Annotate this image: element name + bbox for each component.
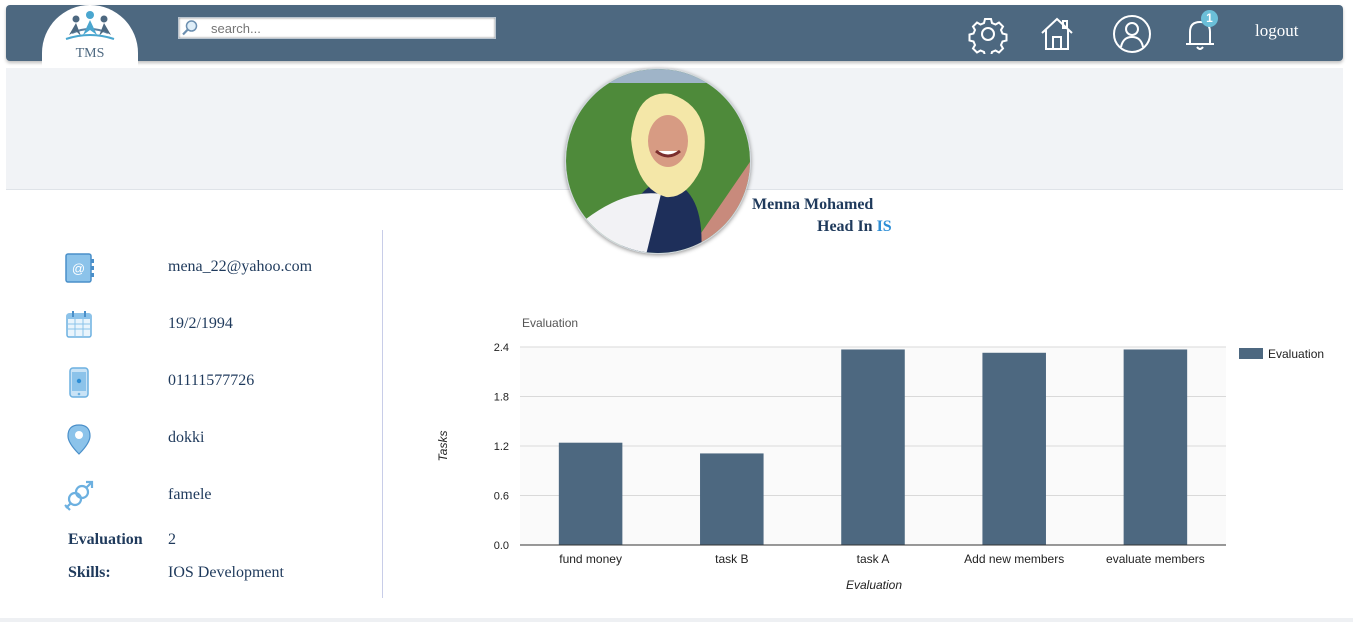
x-tick-label: fund money (559, 552, 622, 566)
x-axis-title: Evaluation (846, 578, 902, 592)
legend-label[interactable]: Evaluation (1268, 347, 1324, 361)
y-axis-title: Tasks (436, 431, 450, 462)
chart-title: Evaluation (522, 316, 578, 330)
y-tick-label: 0.6 (494, 491, 509, 503)
bar[interactable] (558, 442, 623, 545)
y-tick-label: 0.0 (494, 540, 509, 552)
y-tick-label: 2.4 (494, 342, 509, 354)
bar[interactable] (700, 453, 764, 545)
y-tick-label: 1.8 (494, 392, 509, 404)
legend-swatch (1239, 348, 1263, 359)
bar[interactable] (841, 349, 905, 545)
footer-rule (0, 618, 1353, 622)
bar[interactable] (1123, 349, 1188, 545)
bar[interactable] (982, 352, 1046, 545)
evaluation-bar-chart: Evaluation 0.0 0.6 1.2 1.8 2.4 fund money tas… (436, 316, 1324, 592)
y-tick-label: 1.2 (494, 441, 509, 453)
x-tick-label: task A (857, 552, 890, 566)
x-tick-label: Add new members (964, 552, 1064, 566)
x-tick-label: evaluate members (1106, 552, 1205, 566)
x-tick-label: task B (715, 552, 748, 566)
